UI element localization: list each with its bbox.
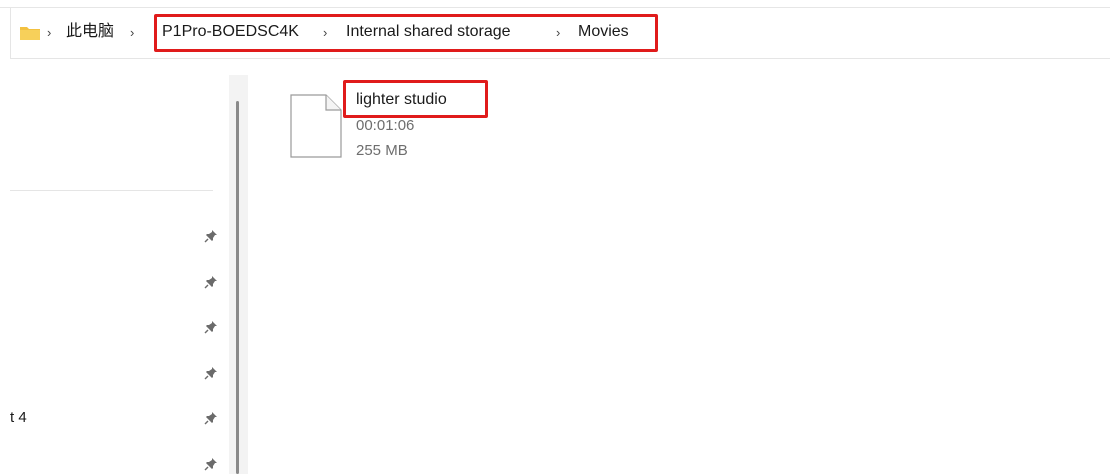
breadcrumb-separator: › [130,25,135,40]
nav-scrollbar-thumb[interactable] [236,101,239,474]
file-explorer-window: › 此电脑 › P1Pro-BOEDSC4K › Internal shared… [0,0,1110,474]
pin-icon[interactable] [203,410,219,426]
breadcrumb-separator: › [323,25,328,40]
address-bar[interactable]: › 此电脑 › P1Pro-BOEDSC4K › Internal shared… [10,8,1110,59]
file-duration: 00:01:06 [356,117,415,134]
breadcrumb-item-this-pc[interactable]: 此电脑 [66,21,114,43]
pin-icon[interactable] [203,274,219,290]
pin-icon[interactable] [203,228,219,244]
generic-file-icon[interactable] [290,94,342,158]
breadcrumb-separator: › [556,25,561,40]
file-size: 255 MB [356,142,408,159]
file-name[interactable]: lighter studio [356,89,447,111]
nav-divider [10,190,213,191]
navigation-pane[interactable]: t 4 [0,59,232,474]
pin-icon[interactable] [203,319,219,335]
breadcrumb-item-movies[interactable]: Movies [578,21,629,43]
breadcrumb-item-device[interactable]: P1Pro-BOEDSC4K [162,21,299,43]
breadcrumb-separator: › [47,25,52,40]
pin-icon[interactable] [203,365,219,381]
pin-icon[interactable] [203,456,219,472]
nav-item-label-partial[interactable]: t 4 [10,409,27,426]
folder-icon [20,27,40,40]
breadcrumb-item-internal-storage[interactable]: Internal shared storage [346,21,511,43]
